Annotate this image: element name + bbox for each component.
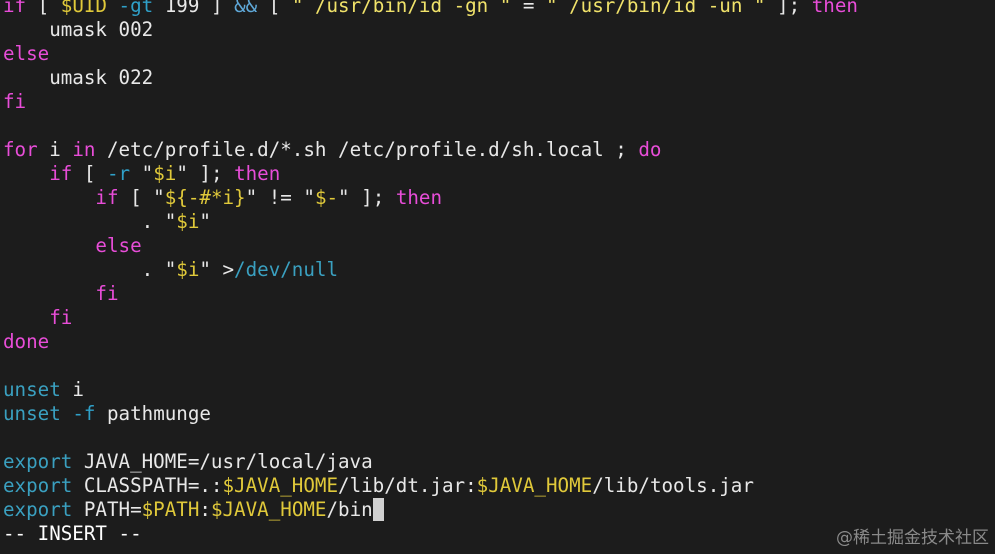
text-token: " ]; xyxy=(176,162,235,185)
string-token: "`/usr/bin/id -un`" xyxy=(546,0,766,17)
keyword-token: if xyxy=(95,186,119,209)
path-token: export xyxy=(3,498,73,521)
text-token: PATH= xyxy=(72,498,142,521)
variable-token: $i xyxy=(176,258,200,281)
keyword-token: then xyxy=(234,162,281,185)
keyword-token: else xyxy=(3,42,50,65)
watermark-text: @稀土掘金技术社区 xyxy=(836,528,989,548)
variable-token: ${-#*i} xyxy=(164,186,246,209)
text-token: i xyxy=(37,138,73,161)
keyword-token: fi xyxy=(3,90,27,113)
keyword-token: if xyxy=(3,0,27,17)
text-token: [ xyxy=(257,0,292,17)
code-line: unset -f pathmunge xyxy=(3,402,858,426)
code-line: export PATH=$PATH:$JAVA_HOME/bin xyxy=(3,498,858,522)
code-line: for i in /etc/profile.d/*.sh /etc/profil… xyxy=(3,138,858,162)
punct-token: && xyxy=(234,0,258,17)
code-line: umask 002 xyxy=(3,18,858,42)
code-line: export CLASSPATH=.:$JAVA_HOME/lib/dt.jar… xyxy=(3,474,858,498)
code-line: . "$i" xyxy=(3,210,858,234)
text-token: CLASSPATH=.: xyxy=(72,474,223,497)
keyword-token: then xyxy=(395,186,443,209)
option-token: -f xyxy=(72,402,96,425)
code-line: export JAVA_HOME=/usr/local/java xyxy=(3,450,858,474)
code-line: umask 022 xyxy=(3,66,858,90)
text-token: [ " xyxy=(118,186,165,209)
variable-token: $JAVA_HOME xyxy=(210,498,327,521)
keyword-token: done xyxy=(3,330,50,353)
text-token: " != " xyxy=(245,186,315,209)
text-token: i xyxy=(60,378,84,401)
code-line: if [ "${-#*i}" != "$-" ]; then xyxy=(3,186,858,210)
variable-token: $JAVA_HOME xyxy=(476,474,593,497)
variable-token: $JAVA_HOME xyxy=(222,474,339,497)
code-line: done xyxy=(3,330,858,354)
text-token: JAVA_HOME=/usr/local/java xyxy=(72,450,373,473)
code-line: if [ $UID -gt 199 ] && [ "`/usr/bin/id -… xyxy=(3,0,858,18)
text-token: 199 ] xyxy=(153,0,235,17)
keyword-token: then xyxy=(811,0,858,17)
variable-token: $i xyxy=(153,162,177,185)
keyword-token: fi xyxy=(49,306,73,329)
code-line: fi xyxy=(3,90,858,114)
text-token: /etc/profile.d/*.sh /etc/profile.d/sh.lo… xyxy=(95,138,639,161)
code-line: unset i xyxy=(3,378,858,402)
option-token: -r xyxy=(106,162,131,185)
path-token: unset xyxy=(3,378,61,401)
text-token: [ xyxy=(72,162,107,185)
code-editor[interactable]: if [ $UID -gt 199 ] && [ "`/usr/bin/id -… xyxy=(3,0,858,546)
code-line: else xyxy=(3,234,858,258)
text-token: = xyxy=(511,0,546,17)
keyword-token: if xyxy=(49,162,73,185)
variable-token: $- xyxy=(314,186,339,209)
text-token: pathmunge xyxy=(95,402,211,425)
insert-mode-label: -- INSERT -- xyxy=(3,522,142,545)
path-token: unset xyxy=(3,402,61,425)
code-line: fi xyxy=(3,306,858,330)
text-token: umask 022 xyxy=(3,66,154,89)
text-token: . " xyxy=(3,258,177,281)
variable-token: $i xyxy=(176,210,200,233)
variable-token: $UID xyxy=(60,0,107,17)
code-line: . "$i" >/dev/null xyxy=(3,258,858,282)
path-token: export xyxy=(3,474,73,497)
path-token: /dev/null xyxy=(234,258,339,281)
text-token: umask 002 xyxy=(3,18,154,41)
text-token: : xyxy=(199,498,211,521)
text-token: " xyxy=(130,162,154,185)
keyword-token: else xyxy=(95,234,142,257)
code-line: fi xyxy=(3,282,858,306)
text-token: /lib/tools.jar xyxy=(592,474,754,497)
text-token: /bin xyxy=(326,498,373,521)
text-token: " > xyxy=(199,258,235,281)
text-token: /lib/dt.jar: xyxy=(338,474,477,497)
string-token: "`/usr/bin/id -gn`" xyxy=(291,0,512,17)
code-line: if [ -r "$i" ]; then xyxy=(3,162,858,186)
vim-mode-status: -- INSERT -- xyxy=(3,522,858,546)
text-token: " xyxy=(199,210,211,233)
path-token: export xyxy=(3,450,73,473)
variable-token: $PATH xyxy=(141,498,200,521)
option-token: -gt xyxy=(118,0,154,17)
code-line: else xyxy=(3,42,858,66)
keyword-token: in xyxy=(72,138,96,161)
keyword-token: fi xyxy=(95,282,119,305)
text-token: " ]; xyxy=(338,186,396,209)
text-token: ]; xyxy=(765,0,812,17)
text-token: [ xyxy=(26,0,61,17)
keyword-token: for xyxy=(3,138,38,161)
text-token: . " xyxy=(3,210,177,233)
keyword-token: do xyxy=(638,138,662,161)
text-cursor xyxy=(372,498,385,521)
